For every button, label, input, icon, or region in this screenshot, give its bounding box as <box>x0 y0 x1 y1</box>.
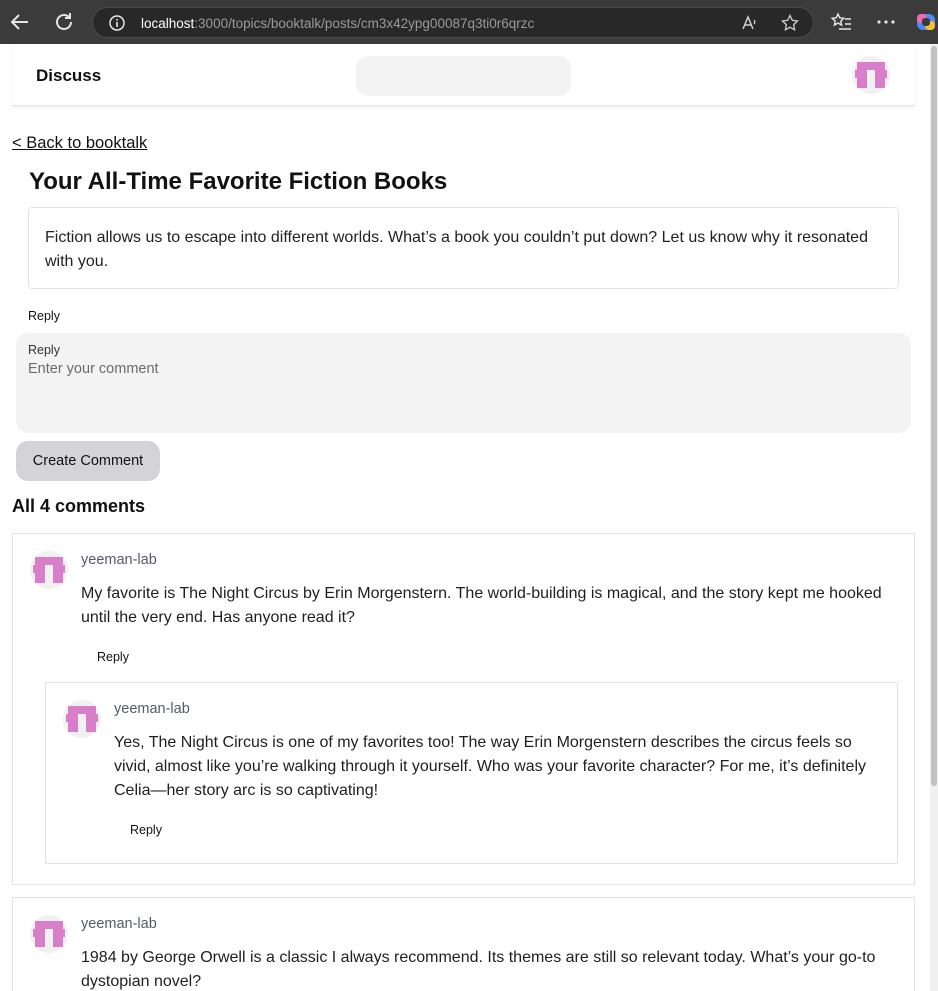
create-comment-button[interactable]: Create Comment <box>16 441 160 481</box>
site-info-icon[interactable] <box>109 15 125 31</box>
back-to-topic-link[interactable]: < Back to booktalk <box>12 134 147 153</box>
user-avatar[interactable] <box>852 56 890 94</box>
post-reply-button[interactable]: Reply <box>28 309 60 323</box>
comment-textarea[interactable] <box>28 361 898 421</box>
comment-reply-button[interactable]: Reply <box>97 650 129 664</box>
comment-author-avatar <box>63 700 101 738</box>
brand-logo-text[interactable]: Discuss <box>36 66 101 86</box>
read-aloud-icon[interactable] <box>741 14 759 32</box>
comment-text: My favorite is The Night Circus by Erin … <box>81 585 882 626</box>
browser-toolbar: localhost:3000/topics/booktalk/posts/cm3… <box>0 0 938 44</box>
comment-author-avatar <box>30 915 68 953</box>
comment-card: yeeman-lab 1984 by George Orwell is a cl… <box>12 897 915 991</box>
comment-author: yeeman-lab <box>114 701 190 717</box>
favorite-star-icon[interactable] <box>781 13 799 32</box>
comment-text: 1984 by George Orwell is a classic I alw… <box>81 949 876 990</box>
comments-count-heading: All 4 comments <box>12 496 146 516</box>
back-arrow-icon[interactable] <box>8 10 32 34</box>
post-title: Your All-Time Favorite Fiction Books <box>29 168 448 195</box>
address-bar[interactable]: localhost:3000/topics/booktalk/posts/cm3… <box>92 7 814 38</box>
reply-field-label: Reply <box>28 343 60 357</box>
app-header: Discuss <box>12 44 915 106</box>
comment-author-avatar <box>30 551 68 589</box>
page-scrollbar[interactable] <box>930 44 938 991</box>
post-content: Fiction allows us to escape into differe… <box>28 207 899 289</box>
scrollbar-thumb[interactable] <box>931 46 937 786</box>
url-text: localhost:3000/topics/booktalk/posts/cm3… <box>141 16 535 31</box>
comment-card: yeeman-lab My favorite is The Night Circ… <box>12 533 915 885</box>
copilot-icon[interactable] <box>914 10 938 34</box>
favorites-list-icon[interactable] <box>830 10 854 34</box>
comment-author: yeeman-lab <box>81 552 157 568</box>
search-input[interactable] <box>356 56 571 96</box>
comment-author: yeeman-lab <box>81 916 157 932</box>
nested-comment-card: yeeman-lab Yes, The Night Circus is one … <box>45 682 898 864</box>
reply-form: Reply <box>16 333 911 433</box>
comment-text: Yes, The Night Circus is one of my favor… <box>114 734 867 799</box>
more-options-icon[interactable] <box>874 10 898 34</box>
comment-reply-button[interactable]: Reply <box>130 823 162 837</box>
refresh-icon[interactable] <box>52 10 76 34</box>
